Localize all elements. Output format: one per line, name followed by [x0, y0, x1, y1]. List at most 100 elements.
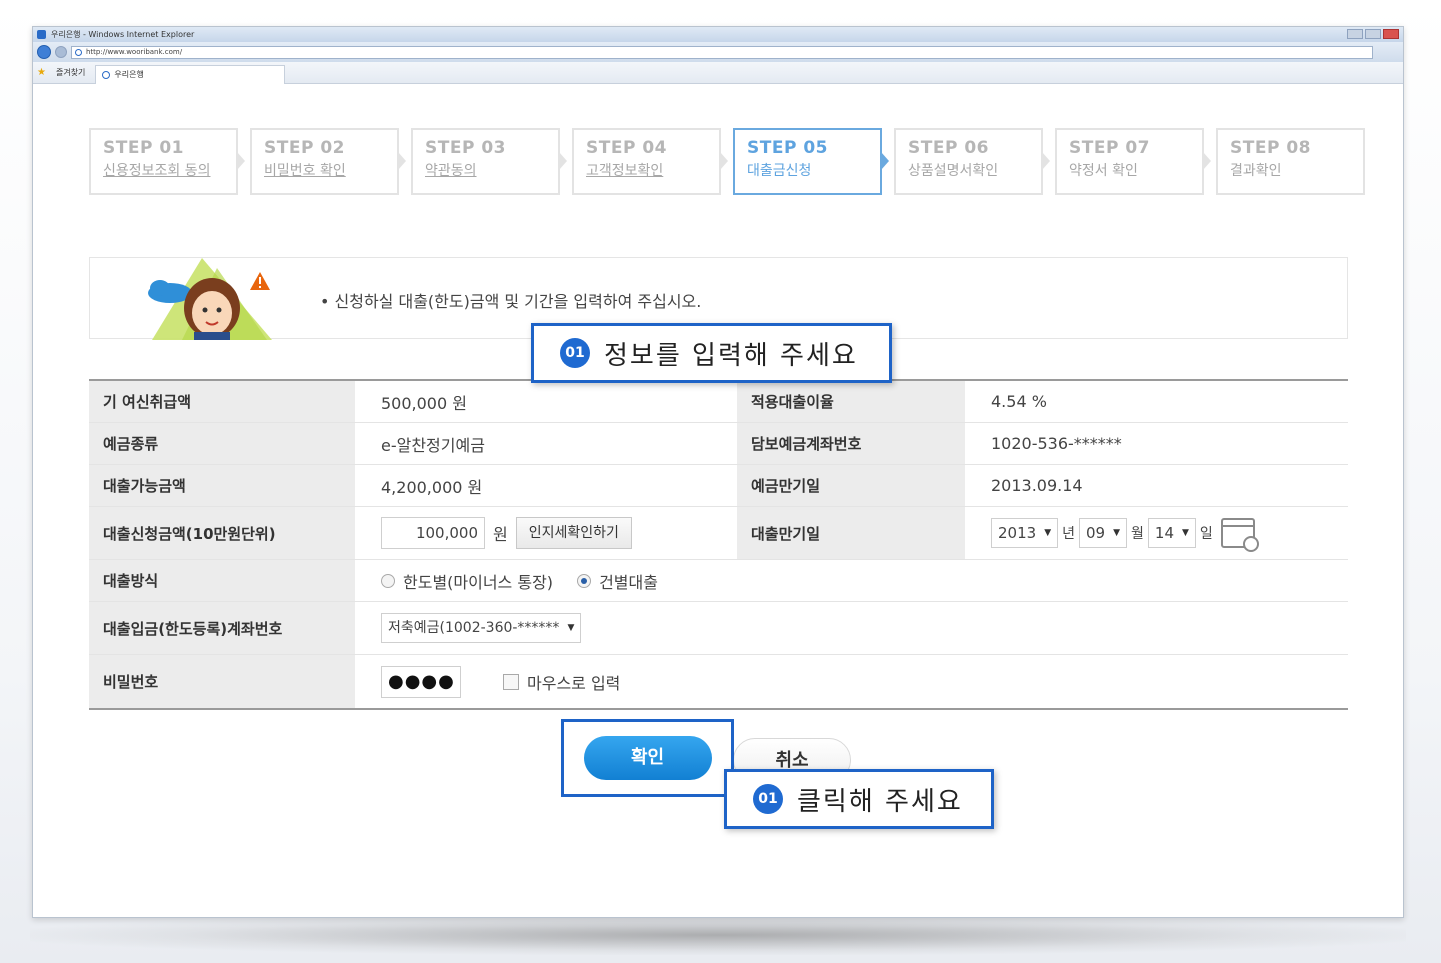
existing-loan-label: 기 여신취급액 — [89, 381, 355, 422]
chevron-right-icon — [1042, 152, 1050, 170]
selected-year: 2013 — [998, 524, 1037, 542]
loan-form-table: 기 여신취급액 500,000 원 적용대출이율 4.54 % 예금종류 e-알… — [89, 379, 1348, 710]
ie-icon — [102, 70, 111, 79]
selected-day: 14 — [1154, 524, 1174, 542]
request-amount-label: 대출신청금액(10만원단위) — [89, 507, 355, 559]
step-name: 약관동의 — [425, 163, 477, 179]
chevron-right-icon — [881, 152, 889, 170]
deposit-account-select[interactable]: 저축예금(1002-360-****** ▼ — [381, 613, 582, 643]
mouse-input-checkbox[interactable] — [503, 673, 519, 690]
collateral-account-label: 담보예금계좌번호 — [737, 423, 965, 464]
rate-value: 4.54 % — [991, 392, 1047, 411]
loan-maturity-cell: 2013 ▼ 년 09 ▼ 월 14 ▼ 일 — [965, 507, 1348, 559]
chevron-right-icon — [1203, 152, 1211, 170]
table-row: 대출가능금액 4,200,000 원 예금만기일 2013.09.14 — [89, 465, 1348, 507]
caret-down-icon: ▼ — [1044, 528, 1052, 538]
table-row: 대출신청금액(10만원단위) 100,000 원 인지세확인하기 대출만기일 2… — [89, 507, 1348, 560]
currency-unit: 원 — [493, 525, 508, 544]
selected-month: 09 — [1086, 524, 1106, 542]
table-row: 예금종류 e-알찬정기예금 담보예금계좌번호 1020-536-****** — [89, 423, 1348, 465]
back-button[interactable] — [37, 45, 51, 59]
password-input[interactable]: ●●●● — [381, 665, 461, 698]
step-04[interactable]: STEP 04 고객정보확인 — [572, 128, 728, 195]
step-indicator: STEP 01 신용정보조회 동의 STEP 02 비밀번호 확인 STEP 0… — [89, 128, 1365, 195]
click-guide-callout: 01 클릭해 주세요 — [724, 769, 994, 829]
url-field[interactable]: http://www.wooribank.com/ — [71, 45, 1373, 59]
deposit-account-label: 대출입금(한도등록)계좌번호 — [89, 602, 355, 654]
radio-case-loan-label: 건별대출 — [599, 572, 658, 592]
step-06: STEP 06 상품설명서확인 — [894, 128, 1050, 195]
radio-limit-loan[interactable] — [381, 573, 395, 588]
step-02[interactable]: STEP 02 비밀번호 확인 — [250, 128, 406, 195]
ie-icon — [37, 30, 46, 39]
password-label: 비밀번호 — [89, 655, 355, 708]
url-text: http://www.wooribank.com/ — [86, 47, 183, 56]
step-number: STEP 05 — [747, 138, 828, 158]
password-cell: ●●●● 마우스로 입력 — [355, 655, 1348, 708]
step-name: 신용정보조회 동의 — [103, 163, 211, 179]
maximize-button[interactable] — [1365, 29, 1381, 39]
title-bar: 우리은행 - Windows Internet Explorer — [33, 27, 1403, 42]
step-name: 대출금신청 — [747, 163, 812, 179]
star-icon: ★ — [37, 67, 46, 78]
forward-button[interactable] — [55, 46, 67, 58]
step-name: 상품설명서확인 — [908, 163, 999, 179]
favorites-button[interactable]: 즐겨찾기 — [56, 67, 85, 78]
mouse-input-label: 마우스로 입력 — [527, 673, 621, 693]
loan-maturity-label: 대출만기일 — [737, 507, 965, 559]
browser-window: 우리은행 - Windows Internet Explorer http://… — [32, 26, 1404, 918]
step-name: 비밀번호 확인 — [264, 163, 346, 179]
selected-account: 저축예금(1002-360-****** — [388, 620, 560, 636]
request-amount-input[interactable]: 100,000 — [381, 517, 485, 549]
callout-text: 클릭해 주세요 — [797, 786, 963, 817]
loan-method-label: 대출방식 — [89, 560, 355, 601]
table-row: 대출방식 한도별(마이너스 통장) 건별대출 — [89, 560, 1348, 602]
step-badge: 01 — [753, 784, 783, 814]
maturity-day-select[interactable]: 14 ▼ — [1147, 518, 1196, 548]
day-unit: 일 — [1199, 526, 1213, 542]
month-unit: 월 — [1131, 526, 1144, 542]
maturity-year-select[interactable]: 2013 ▼ — [991, 518, 1059, 548]
step-number: STEP 06 — [908, 138, 989, 158]
chevron-right-icon — [720, 152, 728, 170]
callout-text: 정보를 입력해 주세요 — [604, 340, 858, 371]
year-unit: 년 — [1062, 526, 1075, 542]
notice-text: • 신청하실 대출(한도)금액 및 기간을 입력하여 주십시오. — [320, 292, 702, 311]
available-amount-label: 대출가능금액 — [89, 465, 355, 506]
table-row: 대출입금(한도등록)계좌번호 저축예금(1002-360-****** ▼ — [89, 602, 1348, 655]
close-button[interactable] — [1383, 29, 1399, 39]
caret-down-icon: ▼ — [1182, 528, 1189, 538]
deposit-type-value: e-알찬정기예금 — [381, 435, 485, 455]
available-amount-value: 4,200,000 원 — [381, 477, 483, 497]
stamp-tax-check-button[interactable]: 인지세확인하기 — [515, 517, 632, 549]
step-number: STEP 07 — [1069, 138, 1150, 158]
deposit-type-label: 예금종류 — [89, 423, 355, 464]
deposit-maturity-label: 예금만기일 — [737, 465, 965, 506]
address-bar: http://www.wooribank.com/ — [33, 42, 1403, 62]
radio-limit-loan-label: 한도별(마이너스 통장) — [403, 572, 554, 592]
radio-case-loan[interactable] — [577, 573, 592, 588]
step-03[interactable]: STEP 03 약관동의 — [411, 128, 567, 195]
existing-loan-value: 500,000 원 — [381, 393, 467, 413]
confirm-button[interactable]: 확인 — [583, 736, 712, 780]
minimize-button[interactable] — [1347, 29, 1363, 39]
tab-label: 우리은행 — [114, 69, 144, 79]
clock-icon — [1242, 536, 1259, 552]
input-guide-callout: 01 정보를 입력해 주세요 — [531, 323, 892, 383]
step-name: 약정서 확인 — [1069, 163, 1138, 179]
step-01[interactable]: STEP 01 신용정보조회 동의 — [89, 128, 245, 195]
ie-icon — [75, 48, 82, 56]
window-shadow — [30, 915, 1406, 955]
chevron-right-icon — [237, 152, 245, 170]
deposit-maturity-value: 2013.09.14 — [991, 476, 1083, 495]
deposit-account-cell: 저축예금(1002-360-****** ▼ — [355, 602, 1348, 654]
chevron-right-icon — [398, 152, 406, 170]
browser-tab[interactable]: 우리은행 — [95, 64, 285, 84]
calendar-icon[interactable] — [1220, 518, 1259, 552]
maturity-month-select[interactable]: 09 ▼ — [1079, 518, 1128, 548]
chevron-right-icon — [559, 152, 567, 170]
step-name: 고객정보확인 — [586, 163, 664, 179]
step-number: STEP 03 — [425, 138, 506, 158]
step-number: STEP 01 — [103, 138, 184, 158]
caret-down-icon: ▼ — [567, 623, 575, 633]
